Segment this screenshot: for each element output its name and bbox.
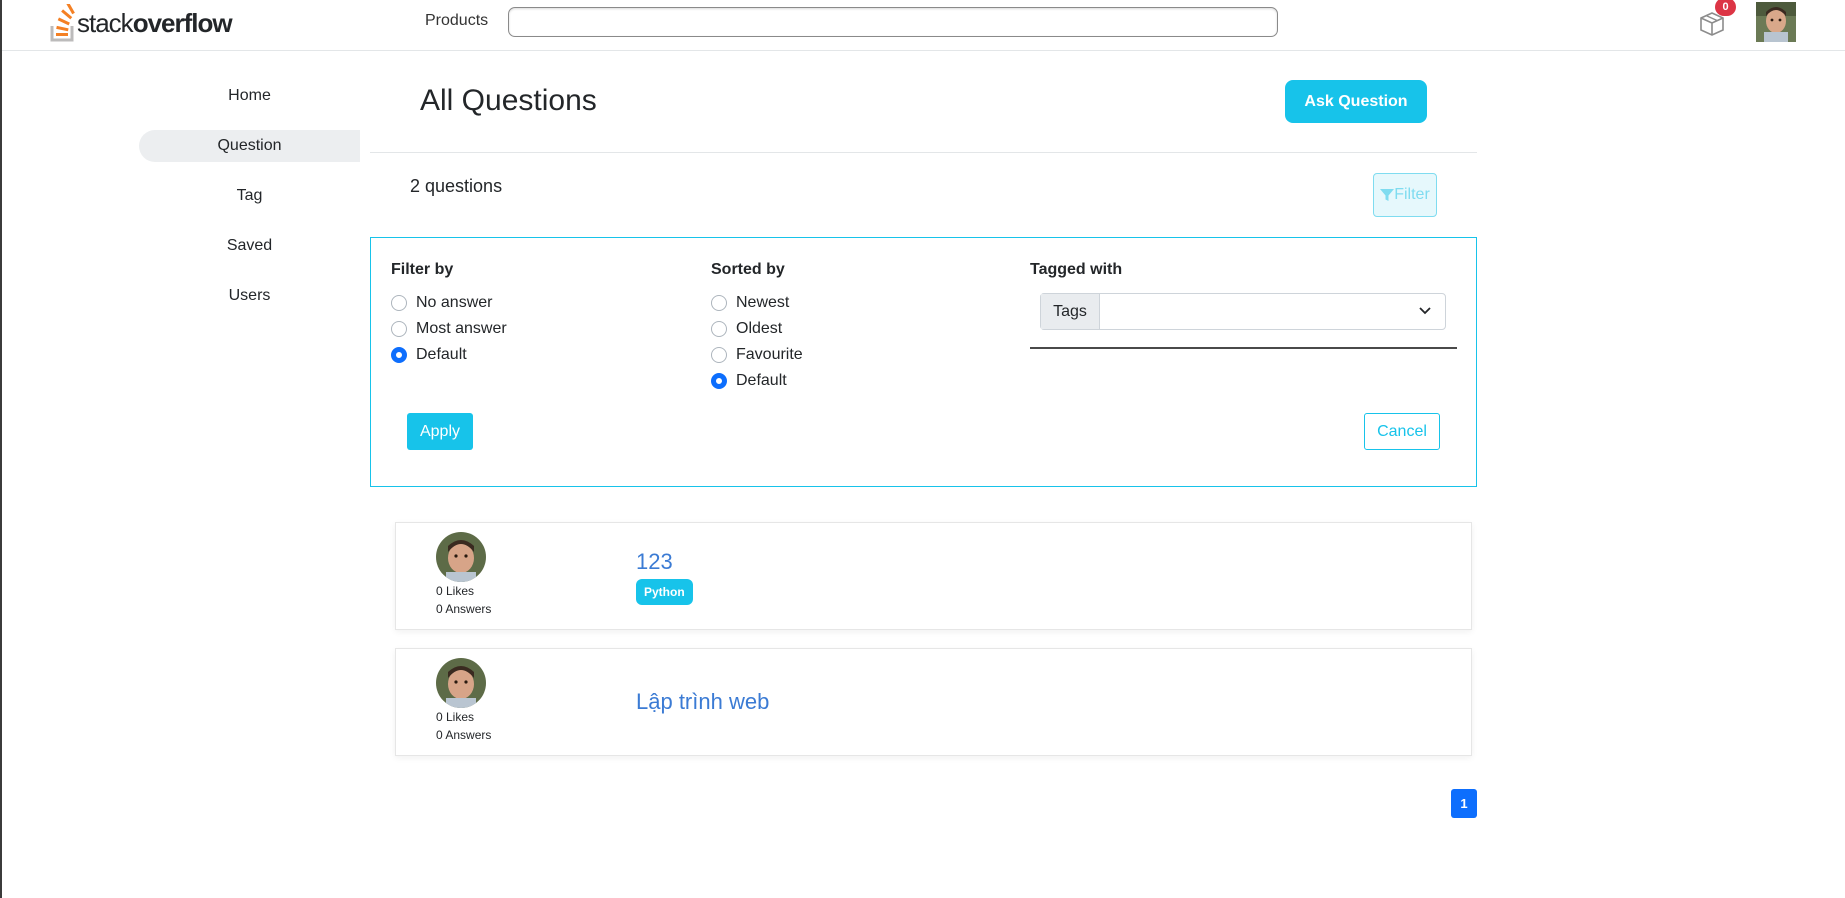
radio-circle[interactable] <box>711 295 727 311</box>
page-title: All Questions <box>420 84 597 117</box>
radio-oldest[interactable]: Oldest <box>711 320 782 338</box>
sidebar-item-tag[interactable]: Tag <box>139 180 360 212</box>
author-avatar <box>436 658 486 708</box>
radio-circle-checked[interactable] <box>391 347 407 363</box>
chevron-down-icon[interactable] <box>1419 307 1431 315</box>
search-input[interactable] <box>508 7 1278 37</box>
question-title[interactable]: 123 <box>636 549 673 575</box>
tagged-with-title: Tagged with <box>1030 261 1123 278</box>
pagination-page-1[interactable]: 1 <box>1451 789 1477 818</box>
apply-button[interactable]: Apply <box>407 413 473 450</box>
radio-most-answer[interactable]: Most answer <box>391 320 507 338</box>
radio-filter-default[interactable]: Default <box>391 346 467 364</box>
question-title[interactable]: Lập trình web <box>636 689 769 715</box>
question-card[interactable]: 0 Likes 0 Answers Lập trình web <box>395 648 1472 756</box>
question-tag[interactable]: Python <box>636 579 693 605</box>
filter-icon <box>1380 189 1395 201</box>
sidebar-item-question[interactable]: Question <box>139 130 360 162</box>
app-frame: stackoverflow Products 0 Home Question T… <box>0 0 1845 898</box>
ask-question-button[interactable]: Ask Question <box>1285 80 1427 123</box>
radio-label: Default <box>736 372 787 389</box>
radio-label: Default <box>416 346 467 363</box>
filter-button[interactable]: Filter <box>1373 173 1437 217</box>
logo-text: stackoverflow <box>77 7 233 38</box>
tags-label: Tags <box>1041 294 1100 329</box>
likes-count: 0 Likes <box>436 584 475 598</box>
cancel-button[interactable]: Cancel <box>1364 413 1440 450</box>
radio-circle[interactable] <box>711 321 727 337</box>
radio-sort-default[interactable]: Default <box>711 372 787 390</box>
radio-favourite[interactable]: Favourite <box>711 346 803 364</box>
radio-label: Favourite <box>736 346 803 363</box>
sidebar-item-saved[interactable]: Saved <box>139 230 360 262</box>
user-avatar[interactable] <box>1756 2 1796 42</box>
radio-circle[interactable] <box>711 347 727 363</box>
radio-circle[interactable] <box>391 295 407 311</box>
filter-button-label: Filter <box>1394 186 1430 203</box>
logo[interactable]: stackoverflow <box>50 2 233 44</box>
tags-select[interactable]: Tags <box>1040 293 1446 330</box>
radio-label: Newest <box>736 294 790 311</box>
author-avatar <box>436 532 486 582</box>
radio-newest[interactable]: Newest <box>711 294 789 312</box>
radio-label: Oldest <box>736 320 783 337</box>
divider <box>370 152 1477 153</box>
radio-label: Most answer <box>416 320 507 337</box>
sidebar: Home Question Tag Saved Users <box>139 80 360 330</box>
top-bar: stackoverflow Products 0 <box>2 0 1845 51</box>
radio-circle[interactable] <box>391 321 407 337</box>
sorted-by-title: Sorted by <box>711 261 785 278</box>
sidebar-item-users[interactable]: Users <box>139 280 360 312</box>
radio-label: No answer <box>416 294 493 311</box>
stackoverflow-logo-icon <box>50 4 75 42</box>
products-link[interactable]: Products <box>425 12 488 30</box>
radio-no-answer[interactable]: No answer <box>391 294 492 312</box>
question-count: 2 questions <box>410 176 503 196</box>
tags-underline <box>1030 347 1457 349</box>
filter-panel <box>370 237 1477 487</box>
filter-by-title: Filter by <box>391 261 454 278</box>
likes-count: 0 Likes <box>436 710 475 724</box>
notification-badge: 0 <box>1715 0 1736 16</box>
sidebar-item-home[interactable]: Home <box>139 80 360 112</box>
answers-count: 0 Answers <box>436 728 492 742</box>
radio-circle-checked[interactable] <box>711 373 727 389</box>
question-card[interactable]: 0 Likes 0 Answers 123 Python <box>395 522 1472 630</box>
answers-count: 0 Answers <box>436 602 492 616</box>
